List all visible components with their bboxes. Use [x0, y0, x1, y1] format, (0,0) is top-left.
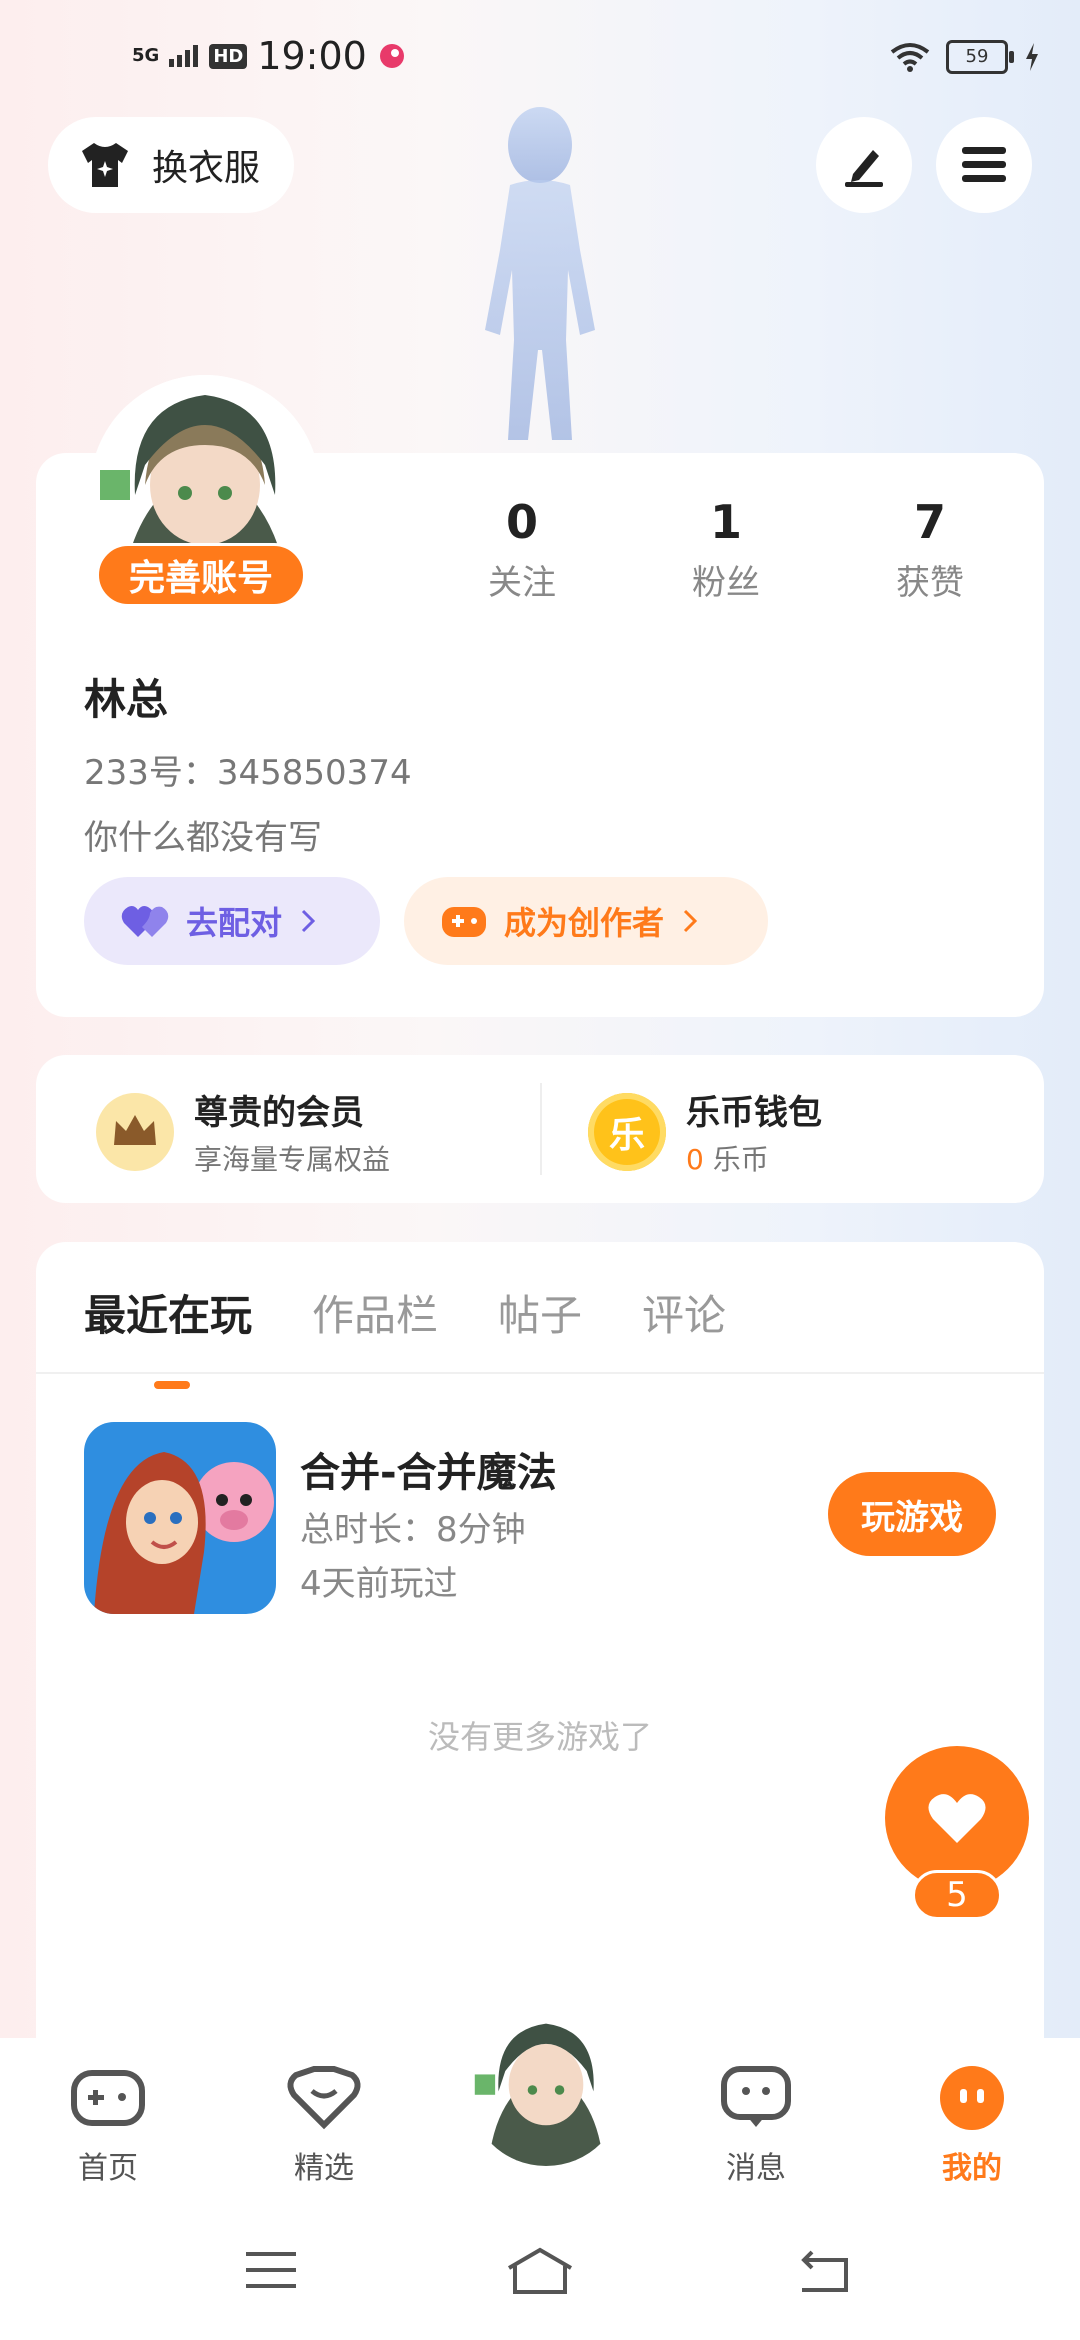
- pair-button-label: 去配对: [186, 904, 283, 942]
- coin-wallet-entry[interactable]: 乐 乐币钱包 0 乐币: [588, 1085, 822, 1178]
- heart-outline-icon: [287, 2066, 361, 2130]
- nav-messages[interactable]: 消息: [696, 2065, 816, 2187]
- user-id: 233号：345850374: [84, 753, 412, 793]
- following-count: 0: [505, 495, 538, 549]
- nav-home-label: 首页: [78, 2151, 138, 2186]
- network-indicator: 5G: [132, 45, 160, 66]
- complete-account-badge[interactable]: 完善账号: [96, 543, 306, 607]
- game-last-played: 4天前玩过: [300, 1564, 458, 1604]
- gamepad-plus-icon: [442, 907, 486, 937]
- followers-count: 1: [709, 495, 742, 549]
- gamepad-icon: [71, 2070, 145, 2126]
- system-back-icon[interactable]: [796, 2250, 852, 2294]
- tab-divider: [36, 1372, 1044, 1374]
- double-heart-icon: [121, 906, 169, 937]
- followers-stat[interactable]: 1 粉丝: [656, 495, 796, 604]
- chevron-right-icon: [683, 909, 698, 933]
- followers-label: 粉丝: [692, 563, 760, 603]
- pair-button[interactable]: 去配对: [84, 877, 380, 965]
- avatar-hologram-figure[interactable]: [440, 100, 640, 450]
- nav-messages-label: 消息: [726, 2151, 786, 2186]
- clock: 19:00: [257, 34, 367, 78]
- likes-count: 7: [913, 495, 946, 549]
- app-notification-icon: [379, 44, 404, 68]
- hd-badge: HD: [209, 43, 248, 69]
- chat-icon: [721, 2066, 791, 2127]
- following-stat[interactable]: 0 关注: [452, 495, 592, 604]
- tab-bar: 最近在玩 作品栏 帖子 评论: [84, 1282, 726, 1389]
- crown-icon: [96, 1092, 174, 1171]
- face-icon: [940, 2066, 1004, 2130]
- game-title: 合并-合并魔法: [300, 1450, 557, 1496]
- tab-posts[interactable]: 帖子: [498, 1282, 582, 1343]
- user-name: 林总: [84, 675, 169, 724]
- nav-me[interactable]: 我的: [912, 2065, 1032, 2187]
- likes-stat[interactable]: 7 获赞: [860, 495, 1000, 604]
- battery-indicator: 59: [946, 40, 1014, 74]
- coin-icon: 乐: [588, 1092, 666, 1171]
- like-count-badge: 5: [912, 1870, 1002, 1920]
- signal-icon: [169, 45, 199, 67]
- vip-membership-entry[interactable]: 尊贵的会员 享海量专属权益: [96, 1085, 390, 1178]
- heart-icon: [928, 1794, 986, 1843]
- chevron-right-icon: [301, 909, 316, 933]
- game-total-time: 总时长：8分钟: [300, 1510, 526, 1550]
- change-clothes-button[interactable]: 换衣服: [48, 117, 294, 213]
- tab-comments[interactable]: 评论: [642, 1282, 726, 1343]
- change-clothes-label: 换衣服: [152, 148, 261, 189]
- tshirt-icon: [82, 143, 128, 187]
- game-icon[interactable]: [84, 1422, 276, 1614]
- following-label: 关注: [488, 563, 556, 603]
- tab-recent-played[interactable]: 最近在玩: [84, 1282, 252, 1389]
- wifi-icon: [890, 43, 930, 72]
- membership-wallet-card: 尊贵的会员 享海量专属权益 乐 乐币钱包 0 乐币: [36, 1055, 1044, 1203]
- become-creator-label: 成为创作者: [504, 904, 665, 942]
- no-more-games-text: 没有更多游戏了: [427, 1718, 652, 1756]
- system-menu-icon[interactable]: [244, 2250, 298, 2290]
- nav-home[interactable]: 首页: [48, 2065, 168, 2187]
- center-avatar-button[interactable]: [468, 2010, 624, 2166]
- divider: [540, 1083, 542, 1175]
- play-game-button[interactable]: 玩游戏: [828, 1472, 996, 1556]
- nav-featured[interactable]: 精选: [264, 2065, 384, 2187]
- vip-subtitle: 享海量专属权益: [194, 1143, 391, 1176]
- become-creator-button[interactable]: 成为创作者: [404, 877, 768, 965]
- nav-featured-label: 精选: [294, 2151, 354, 2186]
- nav-me-label: 我的: [942, 2151, 1002, 2186]
- like-floating-button[interactable]: [885, 1746, 1029, 1890]
- vip-title: 尊贵的会员: [194, 1093, 364, 1133]
- system-home-icon[interactable]: [505, 2246, 575, 2296]
- user-bio: 你什么都没有写: [84, 818, 322, 858]
- wallet-balance: 0 乐币: [686, 1143, 769, 1176]
- wallet-title: 乐币钱包: [686, 1093, 822, 1133]
- likes-label: 获赞: [896, 563, 964, 603]
- tab-works[interactable]: 作品栏: [312, 1282, 438, 1343]
- pencil-icon: [845, 150, 883, 187]
- edit-button[interactable]: [816, 117, 912, 213]
- charging-icon: [1026, 43, 1038, 71]
- menu-button[interactable]: [936, 117, 1032, 213]
- hamburger-menu-icon: [962, 147, 1006, 182]
- recent-game-item[interactable]: 合并-合并魔法 总时长：8分钟 4天前玩过 玩游戏: [84, 1422, 996, 1622]
